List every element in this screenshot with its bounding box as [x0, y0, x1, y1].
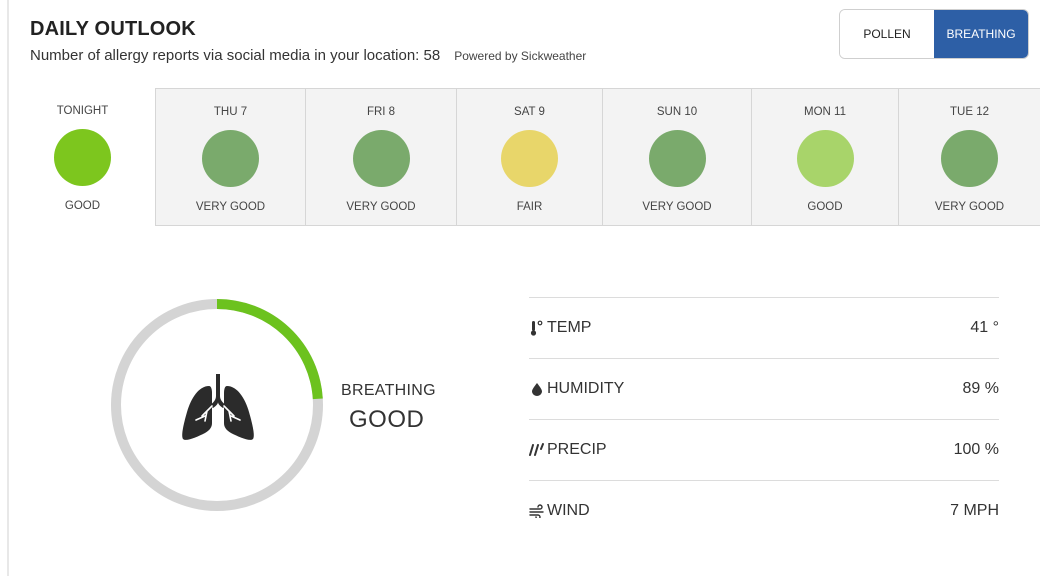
weather-row-precip: PRECIP 100 %	[529, 419, 999, 480]
rating-dot	[796, 130, 854, 187]
forecast-day-tue[interactable]: TUE 12 VERY GOOD	[898, 88, 1040, 226]
rating-dot	[648, 130, 706, 187]
forecast-day-sat[interactable]: SAT 9 FAIR	[456, 88, 602, 226]
day-label: MON 11	[804, 106, 846, 118]
day-status: VERY GOOD	[934, 201, 1005, 213]
breathing-label: BREATHING	[341, 382, 436, 399]
rating-dot	[941, 130, 998, 187]
day-label: SUN 10	[656, 106, 698, 118]
weather-row-wind: WIND 7 MPH	[529, 480, 999, 541]
forecast-day-tonight[interactable]: TONIGHT GOOD	[10, 88, 155, 226]
weather-value: 100 %	[953, 441, 999, 458]
droplet-icon	[529, 380, 545, 398]
thermometer-icon	[529, 319, 545, 337]
day-status: FAIR	[516, 201, 543, 213]
lungs-icon	[182, 374, 254, 440]
day-status: GOOD	[64, 200, 101, 212]
day-label: TONIGHT	[56, 105, 109, 117]
rating-dot	[54, 129, 111, 186]
weather-label: TEMP	[547, 319, 592, 336]
breathing-button[interactable]: BREATHING	[934, 10, 1028, 58]
allergy-reports-line: Number of allergy reports via social med…	[30, 47, 586, 64]
weather-label: PRECIP	[547, 441, 607, 458]
weather-value: 89 %	[962, 380, 999, 397]
weather-value: 7 MPH	[950, 502, 999, 519]
weather-conditions: TEMP 41 ° HUMIDITY 89 % PRECIP 100 % WIN…	[529, 297, 999, 541]
rating-dot	[202, 130, 259, 187]
day-status: GOOD	[807, 201, 843, 213]
rain-icon	[529, 441, 545, 459]
breathing-value: GOOD	[349, 406, 425, 433]
forecast-day-fri[interactable]: FRI 8 VERY GOOD	[305, 88, 456, 226]
forecast-strip: TONIGHT GOOD THU 7 VERY GOOD FRI 8 VERY …	[10, 88, 1040, 226]
day-status: VERY GOOD	[195, 201, 266, 213]
day-status: VERY GOOD	[642, 201, 712, 213]
page-left-border	[7, 0, 9, 576]
weather-label: WIND	[547, 502, 590, 519]
forecast-day-mon[interactable]: MON 11 GOOD	[751, 88, 898, 226]
wind-icon	[529, 502, 545, 520]
allergy-reports-text: Number of allergy reports via social med…	[30, 47, 441, 64]
day-label: FRI 8	[366, 106, 396, 118]
weather-label: HUMIDITY	[547, 380, 625, 397]
day-status: VERY GOOD	[346, 201, 416, 213]
day-label: TUE 12	[950, 106, 989, 118]
day-label: THU 7	[213, 106, 248, 118]
powered-by-link[interactable]: Powered by Sickweather	[454, 49, 586, 63]
pollen-breathing-toggle: POLLEN BREATHING	[839, 9, 1029, 59]
page-title: DAILY OUTLOOK	[30, 18, 196, 40]
weather-row-humidity: HUMIDITY 89 %	[529, 358, 999, 419]
pollen-button[interactable]: POLLEN	[840, 10, 934, 58]
forecast-day-thu[interactable]: THU 7 VERY GOOD	[155, 88, 305, 226]
outlook-header: DAILY OUTLOOK Number of allergy reports …	[30, 18, 586, 64]
weather-value: 41 °	[970, 319, 999, 336]
weather-row-temp: TEMP 41 °	[529, 297, 999, 358]
day-label: SAT 9	[514, 106, 545, 118]
rating-dot	[501, 130, 558, 187]
forecast-day-sun[interactable]: SUN 10 VERY GOOD	[602, 88, 751, 226]
rating-dot	[352, 130, 410, 187]
